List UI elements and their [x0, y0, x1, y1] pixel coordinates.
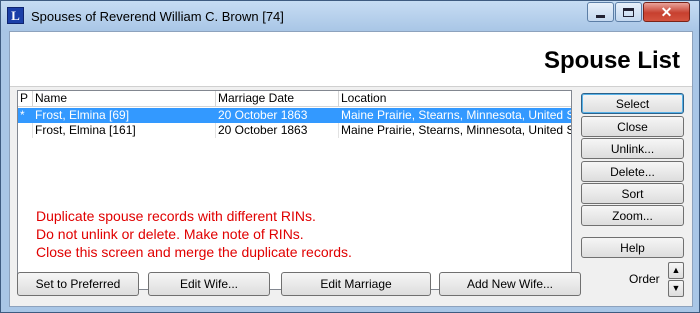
column-header-name[interactable]: Name [33, 91, 216, 107]
warning-line: Duplicate spouse records with different … [36, 208, 316, 224]
order-label: Order [629, 272, 660, 286]
header-band: Spouse List [10, 32, 692, 87]
column-header-location[interactable]: Location [339, 91, 571, 107]
add-new-wife-button[interactable]: Add New Wife... [439, 272, 581, 296]
spouse-name: Frost, Elmina [161] [33, 123, 216, 138]
table-row[interactable]: * Frost, Elmina [69] 20 October 1863 Mai… [18, 108, 571, 123]
spouse-list[interactable]: P Name Marriage Date Location * Frost, E… [17, 90, 572, 290]
marriage-location: Maine Prairie, Stearns, Minnesota, Unite… [341, 108, 571, 122]
window-title: Spouses of Reverend William C. Brown [74… [31, 9, 284, 24]
marriage-date: 20 October 1863 [216, 123, 339, 138]
preferred-marker [18, 123, 33, 138]
set-to-preferred-button[interactable]: Set to Preferred [17, 272, 139, 296]
order-down-button[interactable]: ▼ [668, 280, 684, 297]
help-button[interactable]: Help [581, 237, 684, 258]
table-row[interactable]: Frost, Elmina [161] 20 October 1863 Main… [18, 123, 571, 138]
maximize-icon [623, 7, 634, 17]
list-header: P Name Marriage Date Location [18, 91, 571, 107]
warning-line: Close this screen and merge the duplicat… [36, 244, 352, 260]
unlink-button[interactable]: Unlink... [581, 138, 684, 159]
edit-marriage-button[interactable]: Edit Marriage [281, 272, 431, 296]
spouse-name: Frost, Elmina [69] [33, 108, 216, 123]
order-up-button[interactable]: ▲ [668, 262, 684, 279]
arrow-down-icon: ▼ [671, 283, 681, 293]
duplicate-warning: Duplicate spouse records with different … [36, 207, 352, 261]
sort-button[interactable]: Sort [581, 183, 684, 204]
marriage-date: 20 October 1863 [216, 108, 339, 123]
window-close-button[interactable]: ✕ [643, 2, 690, 22]
title-bar[interactable]: L Spouses of Reverend William C. Brown [… [1, 1, 699, 31]
client-area: Spouse List P Name Marriage Date Locatio… [9, 31, 693, 307]
minimize-button[interactable] [587, 2, 614, 22]
column-header-p[interactable]: P [18, 91, 33, 107]
arrow-up-icon: ▲ [671, 265, 681, 275]
marriage-location: Maine Prairie, Stearns, Minnesota, Unite… [341, 123, 571, 137]
edit-wife-button[interactable]: Edit Wife... [148, 272, 270, 296]
column-header-marriage-date[interactable]: Marriage Date [216, 91, 339, 107]
zoom-button[interactable]: Zoom... [581, 205, 684, 226]
minimize-icon [596, 14, 605, 18]
close-button[interactable]: Close [581, 116, 684, 137]
warning-line: Do not unlink or delete. Make note of RI… [36, 226, 304, 242]
maximize-button[interactable] [615, 2, 642, 22]
app-window: L Spouses of Reverend William C. Brown [… [0, 0, 700, 313]
app-icon: L [7, 7, 24, 24]
preferred-marker: * [18, 108, 33, 123]
delete-button[interactable]: Delete... [581, 161, 684, 182]
close-icon: ✕ [660, 4, 673, 20]
select-button[interactable]: Select [581, 93, 684, 114]
page-title: Spouse List [543, 47, 680, 74]
